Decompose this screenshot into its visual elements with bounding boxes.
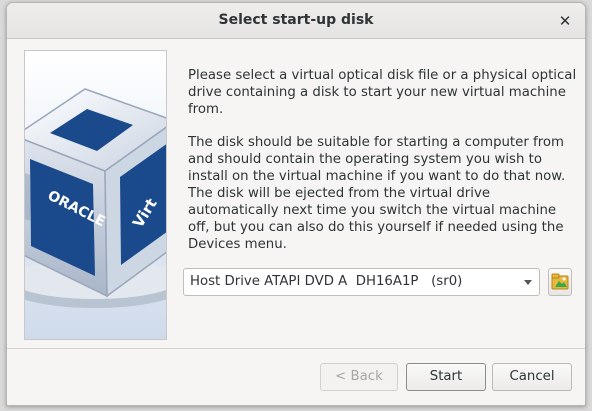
- window-title: Select start-up disk: [218, 12, 374, 28]
- button-separator: [7, 348, 585, 349]
- close-icon[interactable]: ✕: [555, 11, 575, 31]
- choose-disk-file-button[interactable]: [548, 268, 572, 296]
- startup-disk-selected-value: Host Drive ATAPI DVD A DH16A1P (sr0): [190, 274, 463, 289]
- start-button[interactable]: Start: [406, 363, 486, 391]
- chevron-down-icon[interactable]: [524, 280, 532, 285]
- intro-paragraph: Please select a virtual optical disk fil…: [188, 68, 577, 117]
- details-paragraph: The disk should be suitable for starting…: [188, 135, 566, 252]
- back-button[interactable]: < Back: [320, 363, 398, 391]
- startup-disk-select[interactable]: Host Drive ATAPI DVD A DH16A1P (sr0): [183, 268, 540, 296]
- virtualbox-banner-image: ORACLE Virt: [24, 50, 167, 340]
- cancel-button[interactable]: Cancel: [492, 363, 572, 391]
- title-bar[interactable]: Select start-up disk ✕: [7, 3, 585, 39]
- select-startup-disk-dialog: Select start-up disk ✕ ORACLE Virt Pleas…: [6, 2, 586, 406]
- virtualbox-cube-logo: ORACLE Virt: [25, 88, 166, 308]
- folder-open-icon: [551, 273, 569, 290]
